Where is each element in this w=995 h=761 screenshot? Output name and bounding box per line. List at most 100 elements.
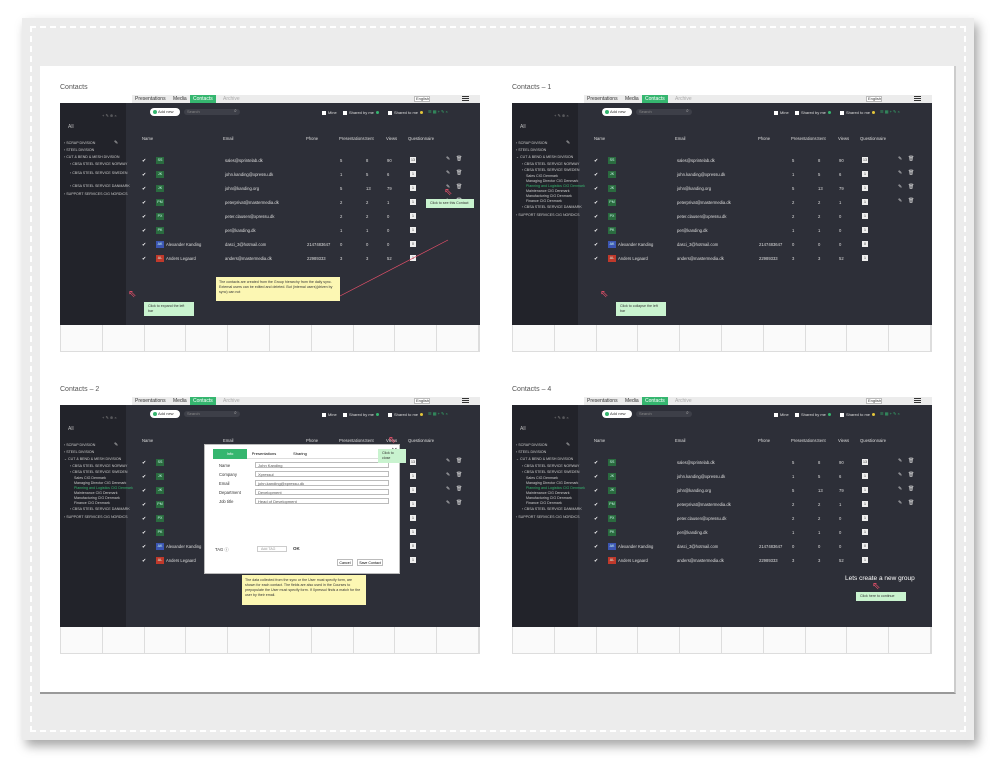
table-row[interactable]: ✔ PK per@kanding.dk 1 1 0 1: [594, 528, 904, 538]
check-icon[interactable]: ✔: [594, 214, 598, 220]
table-row[interactable]: ✔ PM peterprivat@mastermedia.dk 2 2 1 1 …: [594, 198, 914, 208]
sidebar-item-group[interactable]: Sales CIG Denmark: [526, 476, 558, 480]
table-row[interactable]: ✔ PM peterprivat@mastermedia.dk 2 2 1 1 …: [142, 198, 462, 208]
language-select[interactable]: English: [414, 398, 430, 404]
table-row[interactable]: ✔ JK john.kanding@xpressu.dk 1 5 6 1 ✎ 🗑: [594, 472, 914, 482]
search-icon[interactable]: ⌕: [686, 410, 689, 416]
check-icon[interactable]: ✔: [594, 488, 598, 494]
questionnaire-badge[interactable]: 1: [410, 501, 416, 507]
sidebar-controls-icon[interactable]: + ✎ ⊕ ×: [554, 113, 569, 118]
sidebar-item-group[interactable]: › CBSA STEEL SERVICE NORWAY: [70, 162, 127, 166]
questionnaire-badge[interactable]: 1: [410, 199, 416, 205]
trash-icon[interactable]: 🗑: [456, 486, 462, 492]
tab-contacts[interactable]: Contacts: [642, 397, 668, 405]
trash-icon[interactable]: 🗑: [456, 170, 462, 176]
tab-presentations[interactable]: Presentations: [247, 449, 281, 459]
tab-sharing[interactable]: Sharing: [283, 449, 317, 459]
questionnaire-badge[interactable]: 1: [410, 557, 416, 563]
edit-pencil-icon[interactable]: ✎: [898, 500, 902, 506]
filter-mine[interactable]: Mine: [774, 412, 789, 417]
filter-shared-by-me[interactable]: Shared by me: [795, 110, 831, 115]
table-row[interactable]: ✔ PX peter.clausen@xpressu.dk 2 2 0 1: [594, 514, 904, 524]
edit-pencil-icon[interactable]: ✎: [898, 198, 902, 204]
check-icon[interactable]: ✔: [594, 530, 598, 536]
questionnaire-badge[interactable]: 1: [862, 515, 868, 521]
add-new-button[interactable]: Add new: [602, 108, 632, 116]
questionnaire-badge[interactable]: 1: [410, 213, 416, 219]
questionnaire-badge[interactable]: 1: [862, 487, 868, 493]
sidebar-item-group[interactable]: › CBSA STEEL SERVICE SWEDEN: [522, 168, 580, 172]
sidebar-item-group[interactable]: Planning and Logistics CIG Denmark: [526, 184, 585, 188]
add-new-button[interactable]: Add new: [150, 410, 180, 418]
table-row[interactable]: ✔ JK john.kanding@xpressu.dk 1 5 6 1 ✎ 🗑: [594, 170, 914, 180]
edit-pencil-icon[interactable]: ✎: [898, 170, 902, 176]
table-row[interactable]: ✔ JK john@kanding.org 5 13 79 1 ✎ 🗑: [594, 486, 914, 496]
edit-pencil-icon[interactable]: ✎: [446, 170, 450, 176]
edit-pencil-icon[interactable]: ✎: [446, 472, 450, 478]
check-icon[interactable]: ✔: [594, 158, 598, 164]
table-row[interactable]: ✔ SS sales@sprintelab.dk 5 8 90 13 ✎ 🗑: [142, 156, 462, 166]
sidebar-item-group[interactable]: Managing Director CIG Denmark: [74, 481, 126, 485]
sidebar-item-group[interactable]: Manufacturing CIG Denmark: [526, 194, 572, 198]
sidebar-item-group[interactable]: › CBSA STEEL SERVICE DANMARK: [522, 507, 582, 511]
sidebar-item-group[interactable]: › CBSA STEEL SERVICE SWEDEN: [70, 470, 128, 474]
sidebar-item-group[interactable]: › SCRAP DIVISION: [64, 141, 95, 145]
sidebar-item-group[interactable]: › SUPPORT SERVICES CIG NORDICS: [516, 515, 580, 519]
questionnaire-badge[interactable]: 13: [410, 157, 416, 163]
column-header-name[interactable]: Name: [142, 438, 153, 443]
sidebar-item-group[interactable]: Maintenance CIG Denmark: [526, 189, 570, 193]
check-icon[interactable]: ✔: [594, 474, 598, 480]
check-icon[interactable]: ✔: [594, 256, 598, 262]
table-row[interactable]: ✔ AL Anders Legaard anders@mastermedia.d…: [594, 556, 904, 566]
trash-icon[interactable]: 🗑: [456, 472, 462, 478]
questionnaire-badge[interactable]: 1: [862, 213, 868, 219]
field-input[interactable]: John Kanding: [255, 462, 389, 468]
sidebar-item-group[interactable]: Planning and Logistics CIG Denmark: [526, 486, 585, 490]
check-icon[interactable]: ✔: [594, 228, 598, 234]
sidebar-item-group[interactable]: › SCRAP DIVISION: [516, 443, 547, 447]
sidebar-item-group[interactable]: Sales CIG Denmark: [526, 174, 558, 178]
hamburger-menu-icon[interactable]: [462, 398, 469, 403]
filter-shared-to-me[interactable]: Shared to me: [840, 412, 876, 417]
table-row[interactable]: ✔ SS sales@sprintelab.dk 5 8 90 13 ✎ 🗑: [594, 156, 914, 166]
sidebar-controls-icon[interactable]: + ✎ ⊕ ×: [102, 415, 117, 420]
view-toggle-icon[interactable]: ☰ ▦ + ✎ ×: [880, 109, 900, 114]
questionnaire-badge[interactable]: 13: [862, 459, 868, 465]
table-row[interactable]: ✔ PM peterprivat@mastermedia.dk 2 2 1 1 …: [594, 500, 914, 510]
field-input[interactable]: Head of Development: [255, 498, 389, 504]
check-icon[interactable]: ✔: [142, 242, 146, 248]
trash-icon[interactable]: 🗑: [908, 500, 914, 506]
sidebar-item-group[interactable]: ⌄ CUT & BEND & MESH DIVISION: [64, 457, 121, 461]
cancel-button[interactable]: Cancel: [337, 559, 353, 566]
questionnaire-badge[interactable]: 1: [410, 473, 416, 479]
check-icon[interactable]: ✔: [142, 488, 146, 494]
edit-pencil-icon[interactable]: ✎: [898, 458, 902, 464]
sidebar-item-group[interactable]: Managing Director CIG Denmark: [526, 481, 578, 485]
table-row[interactable]: ✔ PX peter.clausen@xpressu.dk 2 2 0 1: [594, 212, 904, 222]
check-icon[interactable]: ✔: [142, 530, 146, 536]
check-icon[interactable]: ✔: [142, 214, 146, 220]
table-row[interactable]: ✔ AL Anders Legaard anders@mastermedia.d…: [594, 254, 904, 264]
edit-pencil-icon[interactable]: ✎: [898, 486, 902, 492]
field-input[interactable]: Development: [255, 489, 389, 495]
questionnaire-badge[interactable]: 1: [410, 227, 416, 233]
check-icon[interactable]: ✔: [142, 172, 146, 178]
sidebar-item-group[interactable]: Sales CIG Denmark: [74, 476, 106, 480]
questionnaire-badge[interactable]: 1: [862, 473, 868, 479]
table-row[interactable]: ✔ JK john@kanding.org 5 13 79 1 ✎ 🗑: [594, 184, 914, 194]
questionnaire-badge[interactable]: 1: [862, 227, 868, 233]
questionnaire-badge[interactable]: 1: [410, 529, 416, 535]
sidebar-all[interactable]: All: [520, 426, 526, 432]
check-icon[interactable]: ✔: [594, 242, 598, 248]
sidebar-item-group[interactable]: Finance CIG Denmark: [526, 501, 562, 505]
sidebar-item-group[interactable]: › SUPPORT SERVICES CIG NORDICS: [516, 213, 580, 217]
trash-icon[interactable]: 🗑: [908, 156, 914, 162]
table-row[interactable]: ✔ PX peter.clausen@xpressu.dk 2 2 0 1: [142, 212, 452, 222]
check-icon[interactable]: ✔: [142, 256, 146, 262]
column-header-name[interactable]: Name: [594, 136, 605, 141]
sidebar-all[interactable]: All: [68, 426, 74, 432]
pencil-icon[interactable]: ✎: [114, 442, 118, 448]
sidebar-item-group[interactable]: Planning and Logistics CIG Denmark: [74, 486, 133, 490]
trash-icon[interactable]: 🗑: [908, 472, 914, 478]
tab-info[interactable]: Info: [213, 449, 247, 459]
